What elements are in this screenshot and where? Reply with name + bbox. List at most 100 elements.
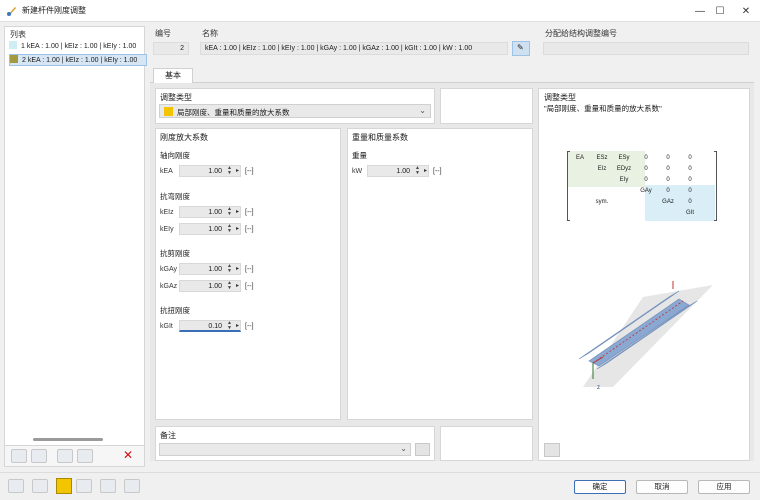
- empty-panel-2: [440, 426, 533, 461]
- assign-label: 分配给结构调整编号: [545, 29, 617, 38]
- bending-label: 抗弯刚度: [160, 192, 190, 201]
- list-header: 列表: [10, 30, 26, 39]
- torsion-label: 抗扭刚度: [160, 306, 190, 315]
- kGIt-unit: [--]: [245, 323, 254, 330]
- kW-label: kW: [352, 168, 363, 175]
- title-bar: 新建杆件刚度调整 — ☐ ✕: [0, 0, 760, 22]
- window-title: 新建杆件刚度调整: [22, 6, 86, 15]
- list-item-selected[interactable]: 2 kEA : 1.00 | kEIz : 1.00 | kEIy : 1.00: [9, 54, 147, 66]
- info-subtitle: "局部刚度、重量和质量的放大系数": [544, 104, 662, 113]
- delete-icon[interactable]: ✕: [123, 448, 133, 462]
- notes-label: 备注: [160, 431, 176, 440]
- play-icon[interactable]: ▸: [424, 166, 427, 177]
- notes-panel: 备注 ⌄: [155, 426, 435, 461]
- adjust-type-value: 局部刚度、重量和质量的放大系数: [177, 108, 290, 117]
- view-options-icon[interactable]: [544, 443, 560, 457]
- notes-input[interactable]: ⌄: [159, 443, 411, 456]
- color-swatch: [164, 107, 173, 116]
- new-item-icon[interactable]: [11, 449, 27, 463]
- check-icon[interactable]: [57, 449, 73, 463]
- sort-icon[interactable]: [77, 449, 93, 463]
- kGIt-label: kGIt: [160, 323, 173, 330]
- stiffness-panel: 刚度放大系数 轴向刚度 kEA 1.00 ▲ ▼ ▸ [--] 抗弯刚度 kEIz 1…: [155, 128, 341, 420]
- tab-basic[interactable]: 基本: [153, 68, 193, 83]
- app-icon: [7, 7, 16, 16]
- play-icon[interactable]: ▸: [236, 224, 239, 235]
- kEA-label: kEA: [160, 168, 173, 175]
- kGAz-input[interactable]: 1.00 ▲ ▼ ▸: [179, 280, 241, 292]
- kEA-input[interactable]: 1.00 ▲ ▼ ▸: [179, 165, 241, 177]
- kGIt-input[interactable]: 0.10 ▲ ▼ ▸: [179, 320, 241, 332]
- spinner-arrows-icon[interactable]: ▲ ▼: [415, 166, 420, 176]
- color-icon[interactable]: [56, 478, 72, 494]
- kEIy-input[interactable]: 1.00 ▲ ▼ ▸: [179, 223, 241, 235]
- shear-label: 抗剪刚度: [160, 249, 190, 258]
- kGAz-unit: [--]: [245, 283, 254, 290]
- spinner-arrows-icon[interactable]: ▲ ▼: [227, 224, 232, 234]
- i-beam-illustration: [578, 281, 713, 387]
- chevron-down-icon: ⌄: [400, 444, 407, 453]
- color-swatch: [10, 55, 18, 63]
- kGAy-unit: [--]: [245, 266, 254, 273]
- adjust-type-label: 调整类型: [160, 93, 192, 102]
- color-swatch: [9, 41, 17, 49]
- spinner-arrows-icon[interactable]: ▲ ▼: [227, 281, 232, 291]
- play-icon[interactable]: ▸: [236, 281, 239, 292]
- cancel-button[interactable]: 取消: [636, 480, 688, 494]
- list-item[interactable]: 1 kEA : 1.00 | kEIz : 1.00 | kEIy : 1.00: [9, 41, 147, 53]
- play-icon[interactable]: ▸: [236, 264, 239, 275]
- units-icon[interactable]: [32, 479, 48, 493]
- kEA-unit: [--]: [245, 168, 254, 175]
- beam-shadow: [583, 285, 713, 387]
- notes-library-icon[interactable]: [415, 443, 430, 456]
- model-icon[interactable]: [76, 479, 92, 493]
- adjust-type-panel: 调整类型 局部刚度、重量和质量的放大系数 ⌄: [155, 88, 435, 124]
- kEIz-unit: [--]: [245, 209, 254, 216]
- help-icon[interactable]: [100, 479, 116, 493]
- name-label: 名称: [202, 29, 218, 38]
- kEIy-label: kEIy: [160, 226, 174, 233]
- matrix-bracket-right: [714, 151, 717, 221]
- empty-panel: [440, 88, 533, 124]
- spinner-arrows-icon[interactable]: ▲ ▼: [227, 264, 232, 274]
- number-field[interactable]: 2: [153, 42, 189, 55]
- list-item-text: 2 kEA : 1.00 | kEIz : 1.00 | kEIy : 1.00: [22, 57, 138, 64]
- spinner-arrows-icon[interactable]: ▲ ▼: [227, 166, 232, 176]
- formula-icon[interactable]: [124, 479, 140, 493]
- info-panel: 调整类型 "局部刚度、重量和质量的放大系数" EA ESz ESy 0 0 0 EIz ED…: [538, 88, 750, 461]
- spinner-arrows-icon[interactable]: ▲ ▼: [227, 321, 232, 331]
- name-field[interactable]: kEA : 1.00 | kEIz : 1.00 | kEIy : 1.00 |…: [200, 42, 508, 55]
- list-item-text: 1 kEA : 1.00 | kEIz : 1.00 | kEIy : 1.00: [21, 43, 137, 50]
- axial-label: 轴向刚度: [160, 151, 190, 160]
- close-button[interactable]: ✕: [726, 0, 760, 22]
- weight-label: 重量: [352, 151, 367, 160]
- search-icon[interactable]: [8, 479, 24, 493]
- z-axis-label: z: [597, 385, 600, 391]
- kEIz-label: kEIz: [160, 209, 174, 216]
- kW-input[interactable]: 1.00 ▲ ▼ ▸: [367, 165, 429, 177]
- play-icon[interactable]: ▸: [236, 321, 239, 332]
- assign-field[interactable]: [543, 42, 749, 55]
- spinner-arrows-icon[interactable]: ▲ ▼: [227, 207, 232, 217]
- weight-title: 重量和质量系数: [352, 133, 408, 142]
- horizontal-scrollbar[interactable]: [33, 438, 103, 441]
- play-icon[interactable]: ▸: [236, 207, 239, 218]
- copy-item-icon[interactable]: [31, 449, 47, 463]
- list-panel: 列表 1 kEA : 1.00 | kEIz : 1.00 | kEIy : 1…: [4, 26, 147, 467]
- kEIy-unit: [--]: [245, 226, 254, 233]
- kGAy-input[interactable]: 1.00 ▲ ▼ ▸: [179, 263, 241, 275]
- kEIz-input[interactable]: 1.00 ▲ ▼ ▸: [179, 206, 241, 218]
- ok-button[interactable]: 确定: [574, 480, 626, 494]
- matrix-table: EA ESz ESy 0 0 0 EIz EDyz 0 0 0 EIy 0 0 0 GAy 0 0 sym.…: [575, 154, 694, 216]
- info-title: 调整类型: [544, 93, 576, 102]
- number-label: 编号: [155, 29, 171, 38]
- kGAz-label: kGAz: [160, 283, 178, 290]
- weight-panel: 重量和质量系数 重量 kW 1.00 ▲ ▼ ▸ [--]: [347, 128, 533, 420]
- play-icon[interactable]: ▸: [236, 166, 239, 177]
- adjust-type-select[interactable]: 局部刚度、重量和质量的放大系数 ⌄: [159, 104, 431, 118]
- edit-name-icon[interactable]: ✎: [512, 41, 530, 56]
- kW-unit: [--]: [433, 168, 442, 175]
- kGAy-label: kGAy: [160, 266, 177, 273]
- apply-button[interactable]: 应用: [698, 480, 750, 494]
- bottom-bar: 确定 取消 应用: [0, 472, 760, 500]
